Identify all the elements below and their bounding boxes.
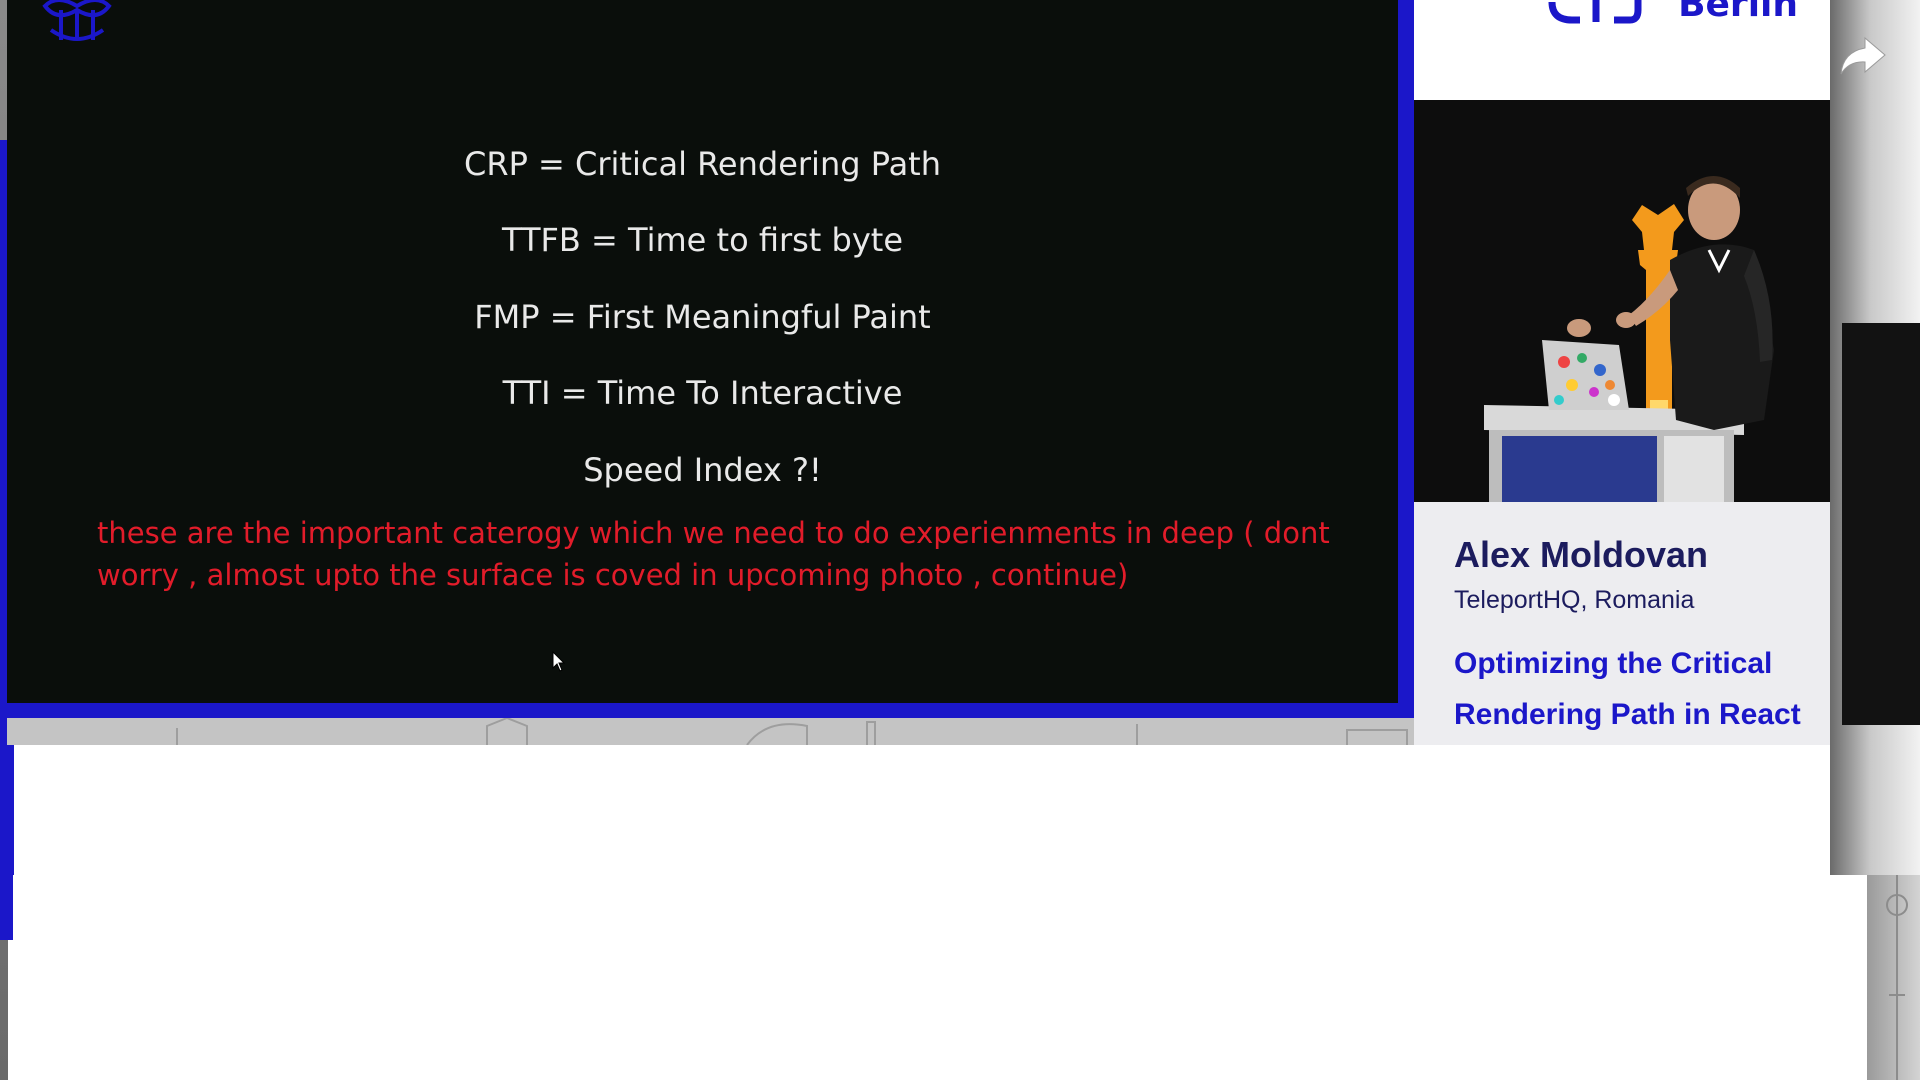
tv-tower-decoration — [1886, 875, 1908, 1080]
conference-logo-icon — [42, 0, 112, 41]
slide-line-fmp: FMP = First Meaningful Paint — [474, 298, 931, 336]
slide-line-speed-index: Speed Index ?! — [583, 451, 822, 489]
talk-title: Optimizing the Critical Rendering Path i… — [1454, 647, 1801, 731]
speaker-organization: TeleportHQ, Romania — [1454, 586, 1695, 614]
lower-blank-area — [13, 875, 1867, 1080]
presentation-slide: CRP = Critical Rendering Path TTFB = Tim… — [7, 0, 1398, 703]
speaker-name: Alex Moldovan — [1454, 534, 1709, 575]
side-dark-panel — [1842, 323, 1920, 725]
speaker-panel: Berlin Alex Moldovan TeleportHQ, Romania… — [1414, 0, 1830, 745]
lower-right-gradient — [1867, 875, 1920, 1080]
conference-banner: Berlin — [1414, 0, 1830, 100]
conference-city: Berlin — [1678, 0, 1798, 25]
mouse-cursor-icon — [552, 651, 566, 672]
speaker-video — [1414, 100, 1830, 502]
slide-line-crp: CRP = Critical Rendering Path — [464, 145, 941, 183]
speaker-video-scene — [1414, 100, 1830, 502]
share-button[interactable] — [1835, 28, 1891, 84]
red-annotation-text: these are the important caterogy which w… — [97, 516, 1330, 592]
slide-line-ttfb: TTFB = Time to first byte — [501, 221, 903, 259]
slide-line-tti: TTI = Time To Interactive — [502, 374, 903, 412]
conference-brand-logo-icon — [1548, 0, 1642, 24]
share-arrow-icon — [1840, 36, 1886, 75]
